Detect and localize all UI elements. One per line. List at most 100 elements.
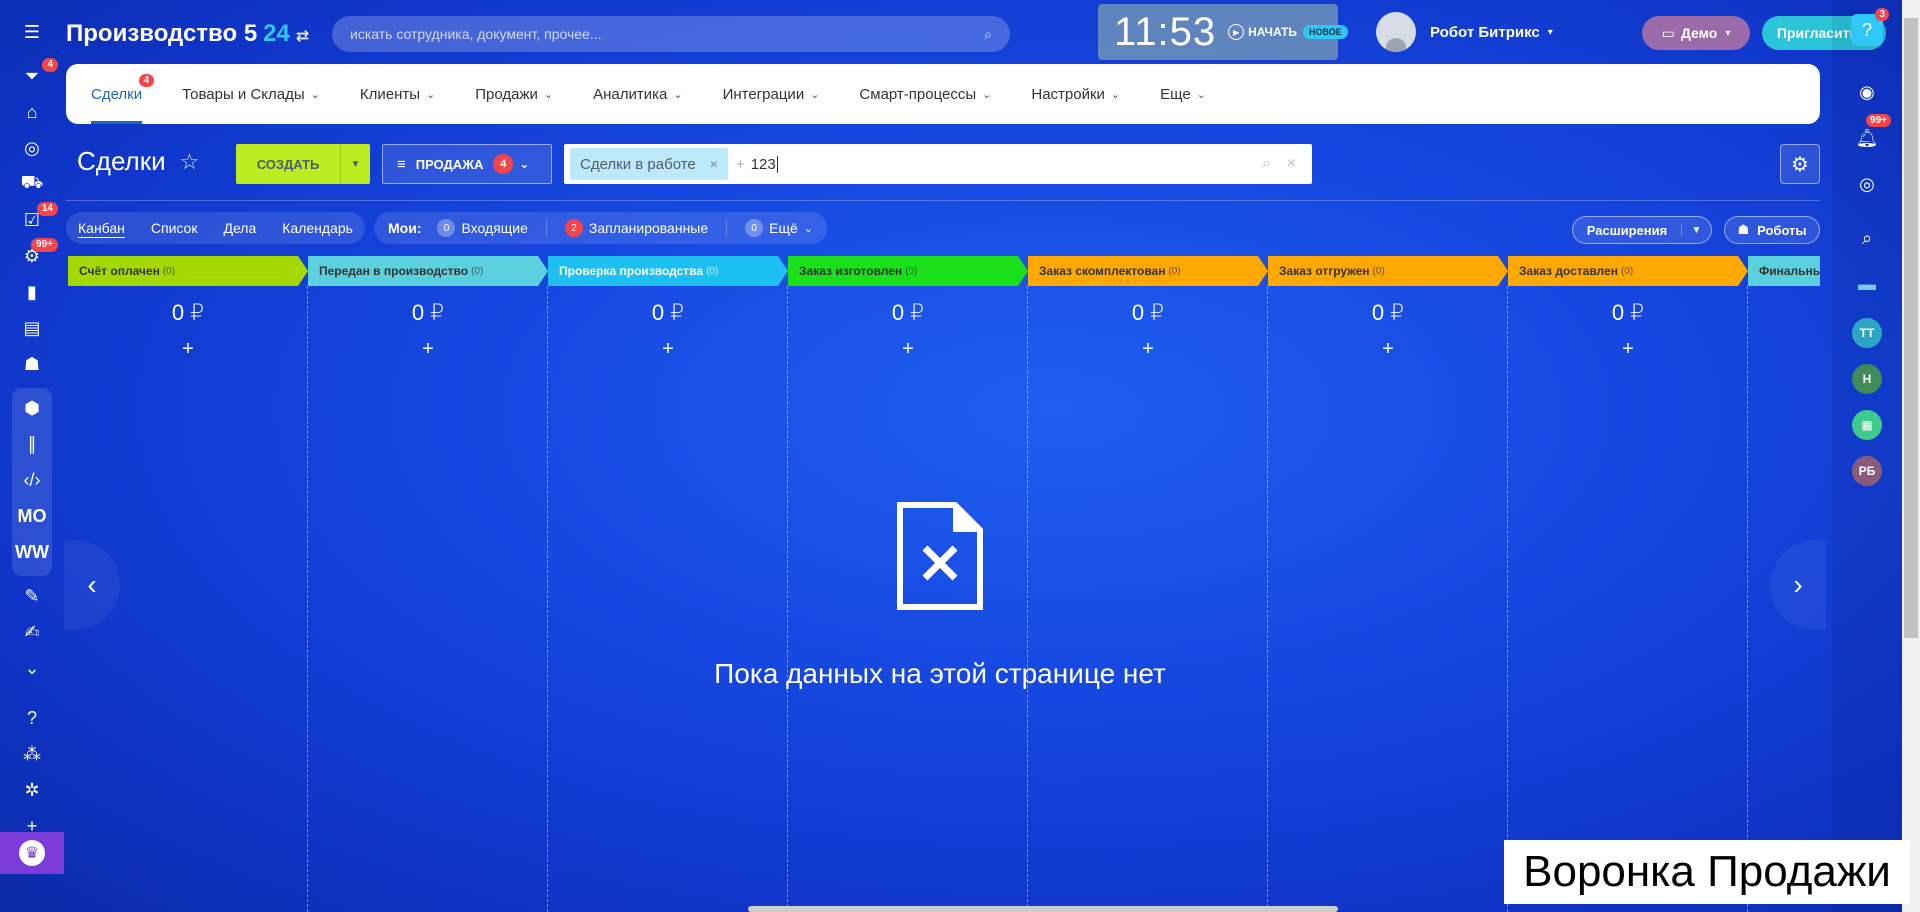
messenger-button[interactable]: ◎ — [1849, 166, 1885, 202]
add-deal-button[interactable]: + — [1028, 338, 1268, 361]
sidebar-item-goals[interactable]: ◎ — [12, 132, 52, 164]
nav-tab[interactable]: Сделки 4 — [91, 64, 155, 124]
upgrade-button[interactable]: ♛ — [0, 832, 64, 874]
add-deal-button[interactable]: + — [308, 338, 548, 361]
switch-icon[interactable]: ⇄ — [296, 28, 309, 45]
kanban-column-header[interactable]: Заказ отгружен (0) — [1268, 256, 1508, 286]
more-counter[interactable]: 0 Ещё ⌄ — [745, 219, 813, 237]
nav-tab-label: Смарт-процессы — [859, 85, 977, 103]
close-icon[interactable]: × — [710, 156, 718, 172]
bar-chart-icon: ▮ — [27, 281, 37, 302]
sidebar-item-marketplace[interactable]: ∥ — [12, 428, 52, 460]
sidebar-item-ww[interactable]: WW — [12, 536, 52, 568]
kanban-column-header[interactable]: Счёт оплачен (0) — [68, 256, 308, 286]
kanban-column-header[interactable]: Заказ изготовлен (0) — [788, 256, 1028, 286]
nav-tab[interactable]: Настройки ⌄ — [1031, 64, 1120, 124]
scrollbar-thumb[interactable] — [1904, 18, 1918, 638]
kanban-column-header[interactable]: Передан в производство (0) — [308, 256, 548, 286]
sidebar-item-contacts[interactable]: ▤ — [12, 312, 52, 344]
filter-search[interactable]: Сделки в работе × + 123 ⌕ × — [564, 144, 1312, 184]
settings-button[interactable]: ⚙ — [1780, 144, 1820, 184]
create-button[interactable]: СОЗДАТЬ ▼ — [236, 144, 370, 184]
incoming-counter[interactable]: 0 Входящие — [437, 219, 547, 237]
search-button[interactable]: ⌕ — [1849, 220, 1885, 256]
search-icon[interactable]: ⌕ — [984, 26, 992, 43]
clear-icon[interactable]: × — [1287, 155, 1296, 173]
demo-button[interactable]: ▭ Демо ▾ — [1642, 16, 1750, 50]
create-label[interactable]: СОЗДАТЬ — [236, 144, 340, 184]
nav-tab[interactable]: Клиенты ⌄ — [360, 64, 435, 124]
sidebar-item-mo[interactable]: MO — [12, 500, 52, 532]
notifications-button[interactable]: 🔔︎ 99+ — [1849, 114, 1891, 156]
copilot-button[interactable]: ◉ — [1849, 74, 1885, 110]
help-button[interactable]: ? 3 — [1851, 8, 1889, 46]
add-deal-button[interactable]: + — [1268, 338, 1508, 361]
nav-tab[interactable]: Смарт-процессы ⌄ — [859, 64, 991, 124]
brand-name: Производство 5 — [66, 20, 258, 47]
filter-chip[interactable]: Сделки в работе × — [570, 148, 728, 180]
funnel-selector[interactable]: ≡ ПРОДАЖА 4 ⌄ — [382, 144, 552, 184]
nav-tab[interactable]: Интеграции ⌄ — [723, 64, 820, 124]
sidebar-item-sign[interactable]: ✍ — [12, 616, 52, 648]
sidebar-item-settings[interactable]: ✲ — [12, 774, 52, 806]
horizontal-scrollbar[interactable] — [748, 906, 1338, 912]
planned-counter[interactable]: 2 Запланированные — [564, 219, 728, 237]
bank-icon: ⌂ — [26, 101, 38, 122]
sidebar-item-analytics[interactable]: ▮ — [12, 276, 52, 308]
nav-tab[interactable]: Продажи ⌄ — [475, 64, 553, 124]
group-chat-avatar[interactable]: ▦ — [1852, 410, 1882, 440]
sidebar-item-feed[interactable]: ⏷ 4 — [12, 58, 58, 92]
view-list[interactable]: Список — [151, 220, 198, 236]
add-deal-button[interactable]: + — [1508, 338, 1748, 361]
avatar[interactable]: РБ — [1852, 456, 1882, 486]
avatar[interactable]: ТТ — [1852, 318, 1882, 348]
avatar[interactable]: Н — [1852, 364, 1882, 394]
brand-logo[interactable]: Производство 5 24 ⇄ — [66, 20, 309, 48]
sidebar-item-docs[interactable]: ✎ — [12, 580, 52, 612]
sidebar-item-company[interactable]: ⌂ — [12, 96, 52, 128]
sidebar-item-robot[interactable]: ☗ — [12, 348, 52, 380]
kanban-column-header[interactable]: Проверка производства (0) — [548, 256, 788, 286]
filter-input[interactable]: 123 — [751, 155, 778, 173]
extensions-button[interactable]: Расширения ▼ — [1572, 216, 1712, 244]
search-input[interactable]: искать сотрудника, документ, прочее... ⌕ — [332, 16, 1010, 52]
robots-button[interactable]: ☗ Роботы — [1724, 216, 1820, 244]
sidebar-item-more[interactable]: ⌄ — [12, 652, 52, 684]
add-deal-button[interactable]: + — [68, 338, 308, 361]
nav-tab[interactable]: Товары и Склады ⌄ — [182, 64, 320, 124]
caret-down-icon[interactable]: ▼ — [1681, 224, 1711, 236]
nav-tab[interactable]: Аналитика ⌄ — [593, 64, 682, 124]
star-icon[interactable]: ☆ — [180, 149, 200, 175]
add-deal-button[interactable]: + — [548, 338, 788, 361]
open-lines-button[interactable]: ▬ — [1849, 266, 1885, 302]
search-icon[interactable]: ⌕ — [1262, 155, 1271, 173]
sidebar-item-structure[interactable]: ⁂ — [12, 738, 52, 770]
filter-icon: ⏷ — [24, 65, 40, 86]
robot-icon: ☗ — [1737, 222, 1750, 237]
kanban-column-header[interactable]: Заказ скомплектован (0) — [1028, 256, 1268, 286]
add-deal-button[interactable]: + — [788, 338, 1028, 361]
create-dropdown[interactable]: ▼ — [340, 144, 370, 184]
view-activities[interactable]: Дела — [223, 220, 256, 236]
chevron-down-icon: ⌄ — [426, 88, 436, 101]
chat-icon: ◎ — [1859, 173, 1875, 194]
sidebar-item-chats[interactable]: ⚙ 99+ — [12, 238, 58, 272]
nav-tab-badge: 4 — [138, 74, 155, 87]
workday-widget[interactable]: 11:53 ▶ НАЧАТЬ НОВОЕ — [1098, 4, 1348, 60]
sidebar-item-box[interactable]: ⬢ — [12, 392, 52, 424]
user-menu[interactable]: Робот Битрикс ▾ — [1376, 12, 1553, 52]
view-calendar[interactable]: Календарь — [282, 220, 353, 236]
kanban-column-header[interactable]: Заказ доставлен (0) — [1508, 256, 1748, 286]
sidebar-item-dev[interactable]: ‹/› — [12, 464, 52, 496]
sidebar-item-tasks[interactable]: ☑ 14 — [12, 202, 58, 236]
view-kanban[interactable]: Канбан — [78, 220, 125, 236]
kanban-column-header[interactable]: Финальны — [1748, 256, 1820, 286]
sidebar-item-shop[interactable]: ⛟ — [12, 168, 52, 200]
menu-icon[interactable]: ☰ — [12, 16, 52, 48]
sidebar-item-help[interactable]: ? — [12, 702, 52, 734]
nav-tab[interactable]: Еще ⌄ — [1160, 64, 1206, 124]
start-workday-button[interactable]: ▶ НАЧАТЬ — [1228, 24, 1297, 40]
user-name: Робот Битрикс — [1430, 23, 1540, 41]
chevron-down-icon: ⌄ — [519, 157, 530, 171]
nav-tab-label: Клиенты — [359, 85, 421, 103]
